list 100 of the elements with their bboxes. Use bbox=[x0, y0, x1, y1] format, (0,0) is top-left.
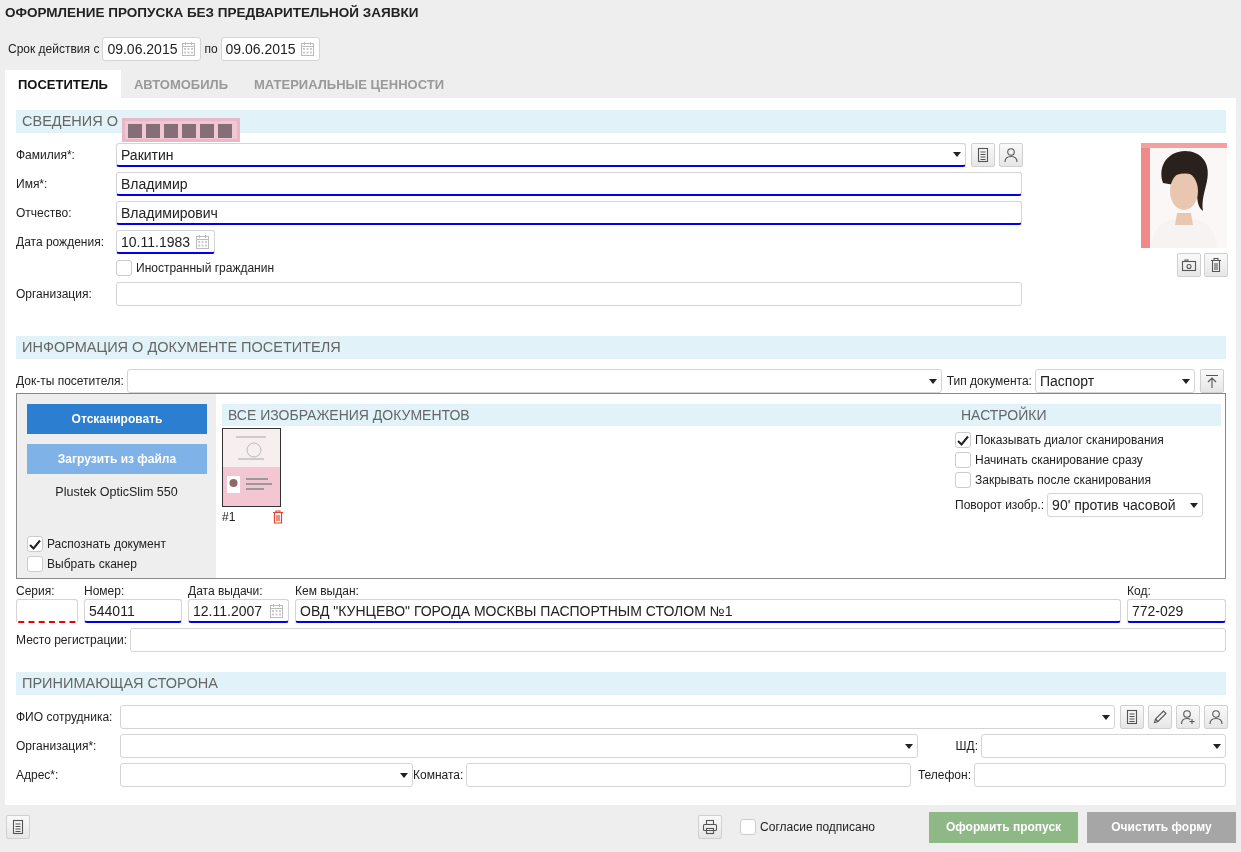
text-field[interactable] bbox=[16, 599, 78, 623]
list-button[interactable] bbox=[971, 143, 995, 167]
checkbox[interactable] bbox=[116, 260, 132, 276]
text-field[interactable]: Владимирович bbox=[116, 201, 1022, 225]
text-field[interactable] bbox=[130, 628, 1226, 652]
checkbox-label: Закрывать после сканирования bbox=[975, 473, 1151, 487]
list-button[interactable] bbox=[6, 815, 30, 839]
caret-icon bbox=[400, 772, 408, 778]
checkbox-label: Начинать сканирование сразу bbox=[975, 453, 1143, 467]
checkbox-label: Распознать документ bbox=[47, 537, 166, 551]
dropdown-field[interactable] bbox=[120, 705, 1115, 729]
list-icon bbox=[10, 819, 26, 835]
date-field[interactable]: 09.06.2015 bbox=[102, 37, 202, 61]
section-header: ИНФОРМАЦИЯ О ДОКУМЕНТЕ ПОСЕТИТЕЛЯ bbox=[16, 336, 1226, 359]
section-header: ПРИНИМАЮЩАЯ СТОРОНА bbox=[16, 672, 1226, 695]
field-label: Номер: bbox=[84, 584, 126, 598]
validity-label: Срок действия с bbox=[8, 42, 100, 56]
person-icon bbox=[1003, 147, 1019, 163]
person-button[interactable] bbox=[999, 143, 1023, 167]
text-field[interactable] bbox=[466, 763, 911, 787]
calendar-icon bbox=[181, 41, 197, 57]
page-title: ОФОРМЛЕНИЕ ПРОПУСКА БЕЗ ПРЕДВАРИТЕЛЬНОЙ ЗАЯВКИ bbox=[5, 4, 420, 22]
checkbox-label: Иностранный гражданин bbox=[136, 261, 275, 275]
date-field[interactable]: 09.06.2015 bbox=[220, 37, 320, 61]
person-icon bbox=[1208, 709, 1224, 725]
list-icon bbox=[1124, 709, 1140, 725]
add-person-icon bbox=[1180, 709, 1196, 725]
checkbox[interactable] bbox=[955, 432, 971, 448]
camera-button[interactable] bbox=[1177, 253, 1201, 277]
field-label: Серия: bbox=[16, 584, 56, 598]
calendar-icon bbox=[195, 233, 210, 250]
dropdown-field[interactable] bbox=[120, 734, 918, 758]
date-field[interactable]: 10.11.1983 bbox=[116, 230, 215, 254]
trash-icon bbox=[1208, 257, 1224, 273]
checkbox[interactable] bbox=[955, 472, 971, 488]
field-label: ФИО сотрудника: bbox=[16, 710, 114, 724]
calendar-icon bbox=[269, 602, 284, 619]
scan-button[interactable]: Отсканировать bbox=[27, 404, 207, 434]
field-label: Организация*: bbox=[16, 739, 98, 753]
text-field[interactable]: Владимир bbox=[116, 172, 1022, 196]
pencil-icon bbox=[1152, 709, 1168, 725]
field-label: Место регистрации: bbox=[16, 633, 128, 647]
field-label: Комната: bbox=[413, 768, 465, 782]
field-label: Телефон: bbox=[916, 768, 972, 782]
dropdown-field[interactable]: Паспорт bbox=[1034, 369, 1195, 393]
text-field[interactable]: 544011 bbox=[84, 599, 182, 623]
validity-label: по bbox=[204, 42, 218, 56]
text-field[interactable]: ОВД "КУНЦЕВО" ГОРОДА МОСКВЫ ПАСПОРТНЫМ СТОЛОМ №1 bbox=[295, 599, 1121, 623]
caret-icon bbox=[1181, 378, 1190, 384]
field-label: Адрес*: bbox=[16, 768, 60, 782]
checkbox-label: Согласие подписано bbox=[760, 820, 875, 834]
text-field[interactable] bbox=[116, 282, 1022, 306]
dropdown-field[interactable] bbox=[120, 763, 413, 787]
caret-icon bbox=[1102, 714, 1110, 720]
edit-button[interactable] bbox=[1148, 705, 1172, 729]
checkbox[interactable] bbox=[740, 819, 757, 835]
field-label: Фамилия*: bbox=[16, 148, 76, 162]
caret-icon bbox=[928, 378, 937, 384]
text-field[interactable]: 772-029 bbox=[1127, 599, 1226, 623]
field-label: Дата рождения: bbox=[16, 235, 105, 249]
add-person-button[interactable] bbox=[1176, 705, 1200, 729]
checkbox[interactable] bbox=[27, 556, 43, 572]
date-field[interactable]: 12.11.2007 bbox=[188, 599, 289, 623]
field-label: Кем выдан: bbox=[295, 584, 360, 598]
person-button[interactable] bbox=[1204, 705, 1228, 729]
field-label: ШД: bbox=[954, 739, 979, 753]
print-button[interactable] bbox=[698, 815, 723, 839]
checkbox-label: Показывать диалог сканирования bbox=[975, 433, 1164, 447]
field-label: Отчество: bbox=[16, 206, 73, 220]
upload-button[interactable] bbox=[1199, 369, 1224, 393]
checkbox[interactable] bbox=[955, 452, 971, 468]
printer-icon bbox=[702, 819, 719, 835]
field-label: Имя*: bbox=[16, 177, 49, 191]
calendar-icon bbox=[299, 41, 315, 57]
tab[interactable]: ПОСЕТИТЕЛЬ bbox=[5, 70, 121, 98]
caret-icon bbox=[953, 152, 961, 157]
caret-icon bbox=[905, 743, 913, 749]
delete-icon[interactable] bbox=[272, 510, 284, 524]
caret-icon bbox=[1190, 502, 1199, 508]
delete-button[interactable] bbox=[1204, 253, 1228, 277]
field-label: Поворот изобр.: bbox=[955, 498, 1045, 512]
field-label: Дата выдачи: bbox=[188, 584, 264, 598]
field-label: Организация: bbox=[16, 287, 93, 301]
scanner-name: Plustek OpticSlim 550 bbox=[54, 485, 179, 499]
caret-icon bbox=[1213, 743, 1221, 749]
dropdown-field[interactable]: 90' против часовой bbox=[1047, 493, 1204, 517]
upload-icon bbox=[1203, 373, 1220, 389]
checkbox-label: Выбрать сканер bbox=[47, 557, 137, 571]
list-button[interactable] bbox=[1120, 705, 1144, 729]
field-label: Код: bbox=[1127, 584, 1152, 598]
text-field[interactable] bbox=[974, 763, 1226, 787]
image-number: #1 bbox=[222, 510, 236, 524]
dropdown-field[interactable] bbox=[126, 369, 942, 393]
dropdown-field[interactable] bbox=[981, 734, 1226, 758]
list-icon bbox=[975, 147, 991, 163]
field-label: Док-ты посетителя: bbox=[16, 374, 124, 388]
checkbox[interactable] bbox=[27, 536, 43, 552]
camera-icon bbox=[1181, 257, 1197, 273]
dropdown-field[interactable]: Ракитин bbox=[116, 143, 966, 167]
field-label: Тип документа: bbox=[946, 374, 1032, 388]
